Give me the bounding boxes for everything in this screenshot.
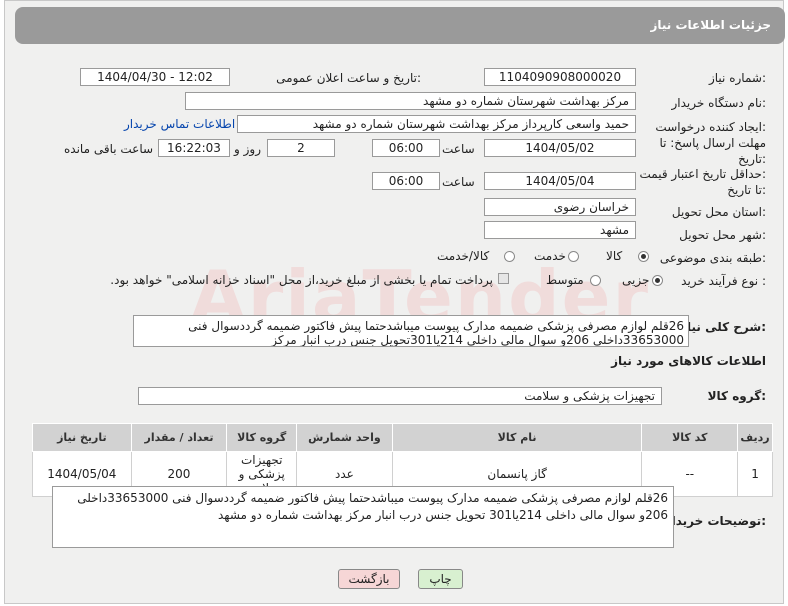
province-field: خراسان رضوی	[484, 198, 636, 216]
col-code: کد کالا	[641, 423, 739, 452]
remaining-time-field: 16:22:03	[158, 139, 230, 157]
remaining-label: ساعت باقی مانده	[64, 142, 154, 156]
goods-group-field: تجهیزات پزشکی و سلامت	[138, 387, 662, 405]
treasury-payment-note: پرداخت تمام یا بخشی از مبلغ خرید،از محل …	[110, 273, 493, 287]
validity-time-field: 06:00	[372, 172, 440, 190]
col-date: تاریخ نیاز	[32, 423, 132, 452]
treasury-payment-checkbox[interactable]	[498, 273, 509, 284]
city-field: مشهد	[484, 221, 636, 239]
print-button[interactable]: چاپ	[418, 569, 463, 589]
process-option-medium: متوسط	[546, 273, 584, 287]
description-label: شرح کلی نیاز:	[680, 320, 766, 334]
reply-deadline-label: مهلت ارسال پاسخ: تا	[659, 136, 766, 150]
process-option-minor: جزیی	[622, 273, 650, 287]
col-group: گروه کالا	[226, 423, 298, 452]
reply-time-label: ساعت	[442, 142, 475, 156]
category-option-service: خدمت	[534, 249, 566, 263]
price-validity-label: حداقل تاریخ اعتبار قیمت:	[639, 167, 766, 181]
process-radio-minor[interactable]	[652, 275, 663, 286]
category-radio-both[interactable]	[504, 251, 515, 262]
col-index: ردیف	[737, 423, 773, 452]
creator-field: حمید واسعی کارپرداز مرکز بهداشت شهرستان …	[237, 115, 636, 133]
contact-info-link[interactable]: اطلاعات تماس خریدار	[124, 117, 235, 131]
category-option-goods: کالا	[606, 249, 623, 263]
reply-deadline-label-2: تاریخ:	[738, 152, 766, 166]
category-option-both: کالا/خدمت	[437, 249, 490, 263]
description-textarea[interactable]: 26قلم لوازم مصرفی پزشکی ضمیمه مدارک پیوس…	[133, 315, 689, 347]
province-label: استان محل تحویل:	[671, 205, 766, 219]
creator-label: ایجاد کننده درخواست:	[655, 120, 766, 134]
buyer-notes-label: توضیحات خریدار:	[664, 514, 766, 528]
announce-field: 1404/04/30 - 12:02	[80, 68, 230, 86]
days-label: روز و	[234, 142, 261, 156]
validity-time-label: ساعت	[442, 175, 475, 189]
reply-time-field: 06:00	[372, 139, 440, 157]
col-qty: تعداد / مقدار	[130, 423, 228, 452]
need-number-field: 1104090908000020	[484, 68, 636, 86]
col-name: نام کالا	[391, 423, 643, 452]
buyer-org-field: مرکز بهداشت شهرستان شماره دو مشهد	[185, 92, 636, 110]
col-unit: واحد شمارش	[296, 423, 393, 452]
category-radio-service[interactable]	[568, 251, 579, 262]
goods-table-header: ردیف کد کالا نام کالا واحد شمارش گروه کا…	[32, 423, 773, 452]
process-radio-medium[interactable]	[590, 275, 601, 286]
city-label: شهر محل تحویل:	[679, 228, 766, 242]
page-header: جزئیات اطلاعات نیاز	[15, 7, 785, 44]
reply-date-field: 1404/05/02	[484, 139, 636, 157]
announce-label: تاریخ و ساعت اعلان عمومی:	[276, 71, 421, 85]
buyer-org-label: نام دستگاه خریدار:	[671, 96, 767, 110]
cell-index: 1	[737, 451, 773, 497]
goods-section-title: اطلاعات کالاهای مورد نیاز	[611, 354, 766, 368]
goods-group-label: گروه کالا:	[707, 389, 766, 403]
back-button[interactable]: بازگشت	[338, 569, 400, 589]
validity-date-field: 1404/05/04	[484, 172, 636, 190]
page-title: جزئیات اطلاعات نیاز	[650, 18, 771, 32]
buyer-notes-textarea[interactable]: 26قلم لوازم مصرفی پزشکی ضمیمه مدارک پیوس…	[52, 486, 674, 548]
price-validity-label-2: تا تاریخ:	[727, 183, 766, 197]
category-radio-goods[interactable]	[638, 251, 649, 262]
days-field: 2	[267, 139, 335, 157]
category-label: طبقه بندی موضوعی:	[659, 251, 766, 265]
need-number-label: شماره نیاز:	[708, 71, 766, 85]
process-label: نوع فرآیند خرید :	[681, 274, 766, 288]
